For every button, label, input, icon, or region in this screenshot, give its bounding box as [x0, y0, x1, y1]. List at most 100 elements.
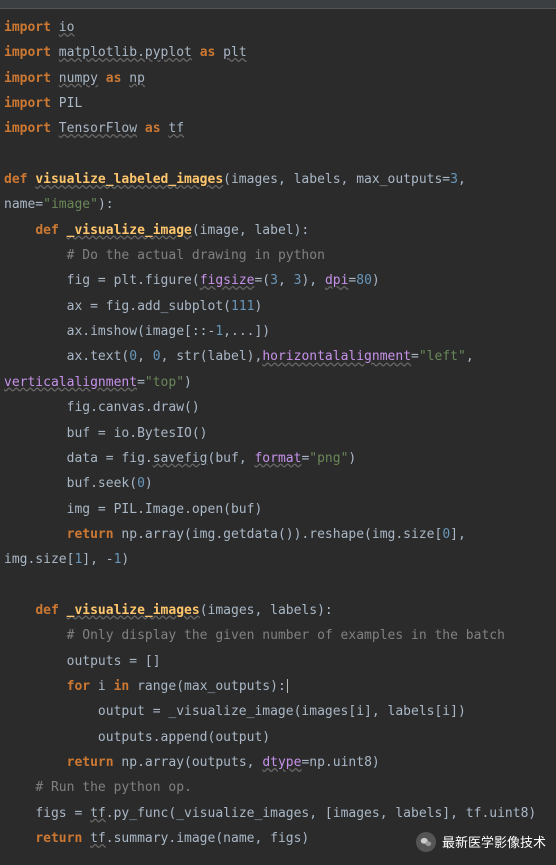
code: ], -	[82, 552, 113, 567]
code: ,	[278, 273, 294, 288]
num: 3	[450, 172, 458, 187]
num: 0	[137, 476, 145, 491]
num: 3	[270, 273, 278, 288]
keyword-import: import	[4, 20, 51, 35]
code: np.array(img.getdata()).reshape(img.size…	[114, 527, 443, 542]
keyword-def: def	[35, 603, 58, 618]
str: "top"	[145, 375, 184, 390]
code: range(max_outputs):	[129, 679, 286, 694]
keyword-import: import	[4, 71, 51, 86]
ident: tf	[90, 806, 106, 821]
wechat-icon	[416, 832, 436, 852]
num: 0	[442, 527, 450, 542]
kwarg: format	[254, 451, 301, 466]
code: )	[254, 299, 262, 314]
method: savefig	[153, 451, 208, 466]
function-name: _visualize_image	[67, 223, 192, 238]
code: outputs = []	[67, 654, 161, 669]
sig: (image, label):	[192, 223, 309, 238]
keyword-return: return	[67, 527, 114, 542]
code: , str(label),	[161, 349, 263, 364]
code: i	[90, 679, 113, 694]
code: )	[145, 476, 153, 491]
code: ax = fig.add_subplot(	[67, 299, 231, 314]
code: np.array(outputs,	[114, 755, 263, 770]
kwarg: horizontalalignment	[262, 349, 411, 364]
alias: plt	[223, 45, 246, 60]
code: figs =	[35, 806, 90, 821]
code: =	[137, 375, 145, 390]
comment: # Do the actual drawing in python	[67, 248, 325, 263]
code: output = _visualize_image(images[i], lab…	[98, 704, 466, 719]
code	[82, 831, 90, 846]
keyword-as: as	[106, 71, 122, 86]
code: .py_func(_visualize_images, [images, lab…	[106, 806, 536, 821]
str: "image"	[43, 197, 98, 212]
function-name: visualize_labeled_images	[35, 172, 223, 187]
code: )	[348, 451, 356, 466]
title-bar	[0, 0, 556, 9]
num: 111	[231, 299, 254, 314]
code: ,	[137, 349, 153, 364]
module: numpy	[59, 71, 98, 86]
kwarg: verticalalignment	[4, 375, 137, 390]
keyword-return: return	[67, 755, 114, 770]
code: ax.imshow(image[::-	[67, 324, 216, 339]
module: io	[59, 20, 75, 35]
keyword-as: as	[200, 45, 216, 60]
sig: ):	[98, 197, 114, 212]
keyword-as: as	[145, 121, 161, 136]
code: .summary.image(name, figs)	[106, 831, 310, 846]
code-editor[interactable]: import io import matplotlib.pyplot as pl…	[0, 9, 556, 855]
watermark-text: 最新医学影像技术	[442, 830, 546, 855]
kwarg: dpi	[325, 273, 348, 288]
kwarg: figsize	[200, 273, 255, 288]
code: =	[411, 349, 419, 364]
comment: # Only display the given number of examp…	[67, 628, 505, 643]
num: 0	[153, 349, 161, 364]
code: (buf,	[208, 451, 255, 466]
keyword-for: for	[67, 679, 90, 694]
code: fig.canvas.draw()	[67, 400, 200, 415]
comment: # Run the python op.	[35, 780, 192, 795]
keyword-def: def	[35, 223, 58, 238]
code: )	[372, 273, 380, 288]
code: =(	[254, 273, 270, 288]
code: outputs.append(output)	[98, 730, 270, 745]
keyword-import: import	[4, 45, 51, 60]
code: ),	[301, 273, 324, 288]
code: ax.text(	[67, 349, 130, 364]
code: =np.uint8)	[301, 755, 379, 770]
code: )	[121, 552, 129, 567]
watermark: 最新医学影像技术	[416, 830, 546, 855]
code: )	[184, 375, 192, 390]
code: fig = plt.figure(	[67, 273, 200, 288]
kwarg: dtype	[262, 755, 301, 770]
num: 0	[129, 349, 137, 364]
sig: (images, labels, max_outputs=	[223, 172, 450, 187]
str: "left"	[419, 349, 466, 364]
num: 80	[356, 273, 372, 288]
alias: tf	[168, 121, 184, 136]
alias: np	[129, 71, 145, 86]
code: ,	[466, 349, 482, 364]
num: 1	[215, 324, 223, 339]
module: matplotlib.pyplot	[59, 45, 192, 60]
module: PIL	[59, 96, 82, 111]
text-cursor	[287, 679, 288, 693]
str: "png"	[309, 451, 348, 466]
ident: tf	[90, 831, 106, 846]
code: data = fig.	[67, 451, 153, 466]
function-name: _visualize_images	[67, 603, 200, 618]
keyword-import: import	[4, 96, 51, 111]
code: buf.seek(	[67, 476, 137, 491]
keyword-import: import	[4, 121, 51, 136]
sig: (images, labels):	[200, 603, 333, 618]
keyword-return: return	[35, 831, 82, 846]
code: img = PIL.Image.open(buf)	[67, 502, 263, 517]
module: TensorFlow	[59, 121, 137, 136]
code: buf = io.BytesIO()	[67, 426, 208, 441]
keyword-in: in	[114, 679, 130, 694]
code: ,...])	[223, 324, 270, 339]
keyword-def: def	[4, 172, 27, 187]
